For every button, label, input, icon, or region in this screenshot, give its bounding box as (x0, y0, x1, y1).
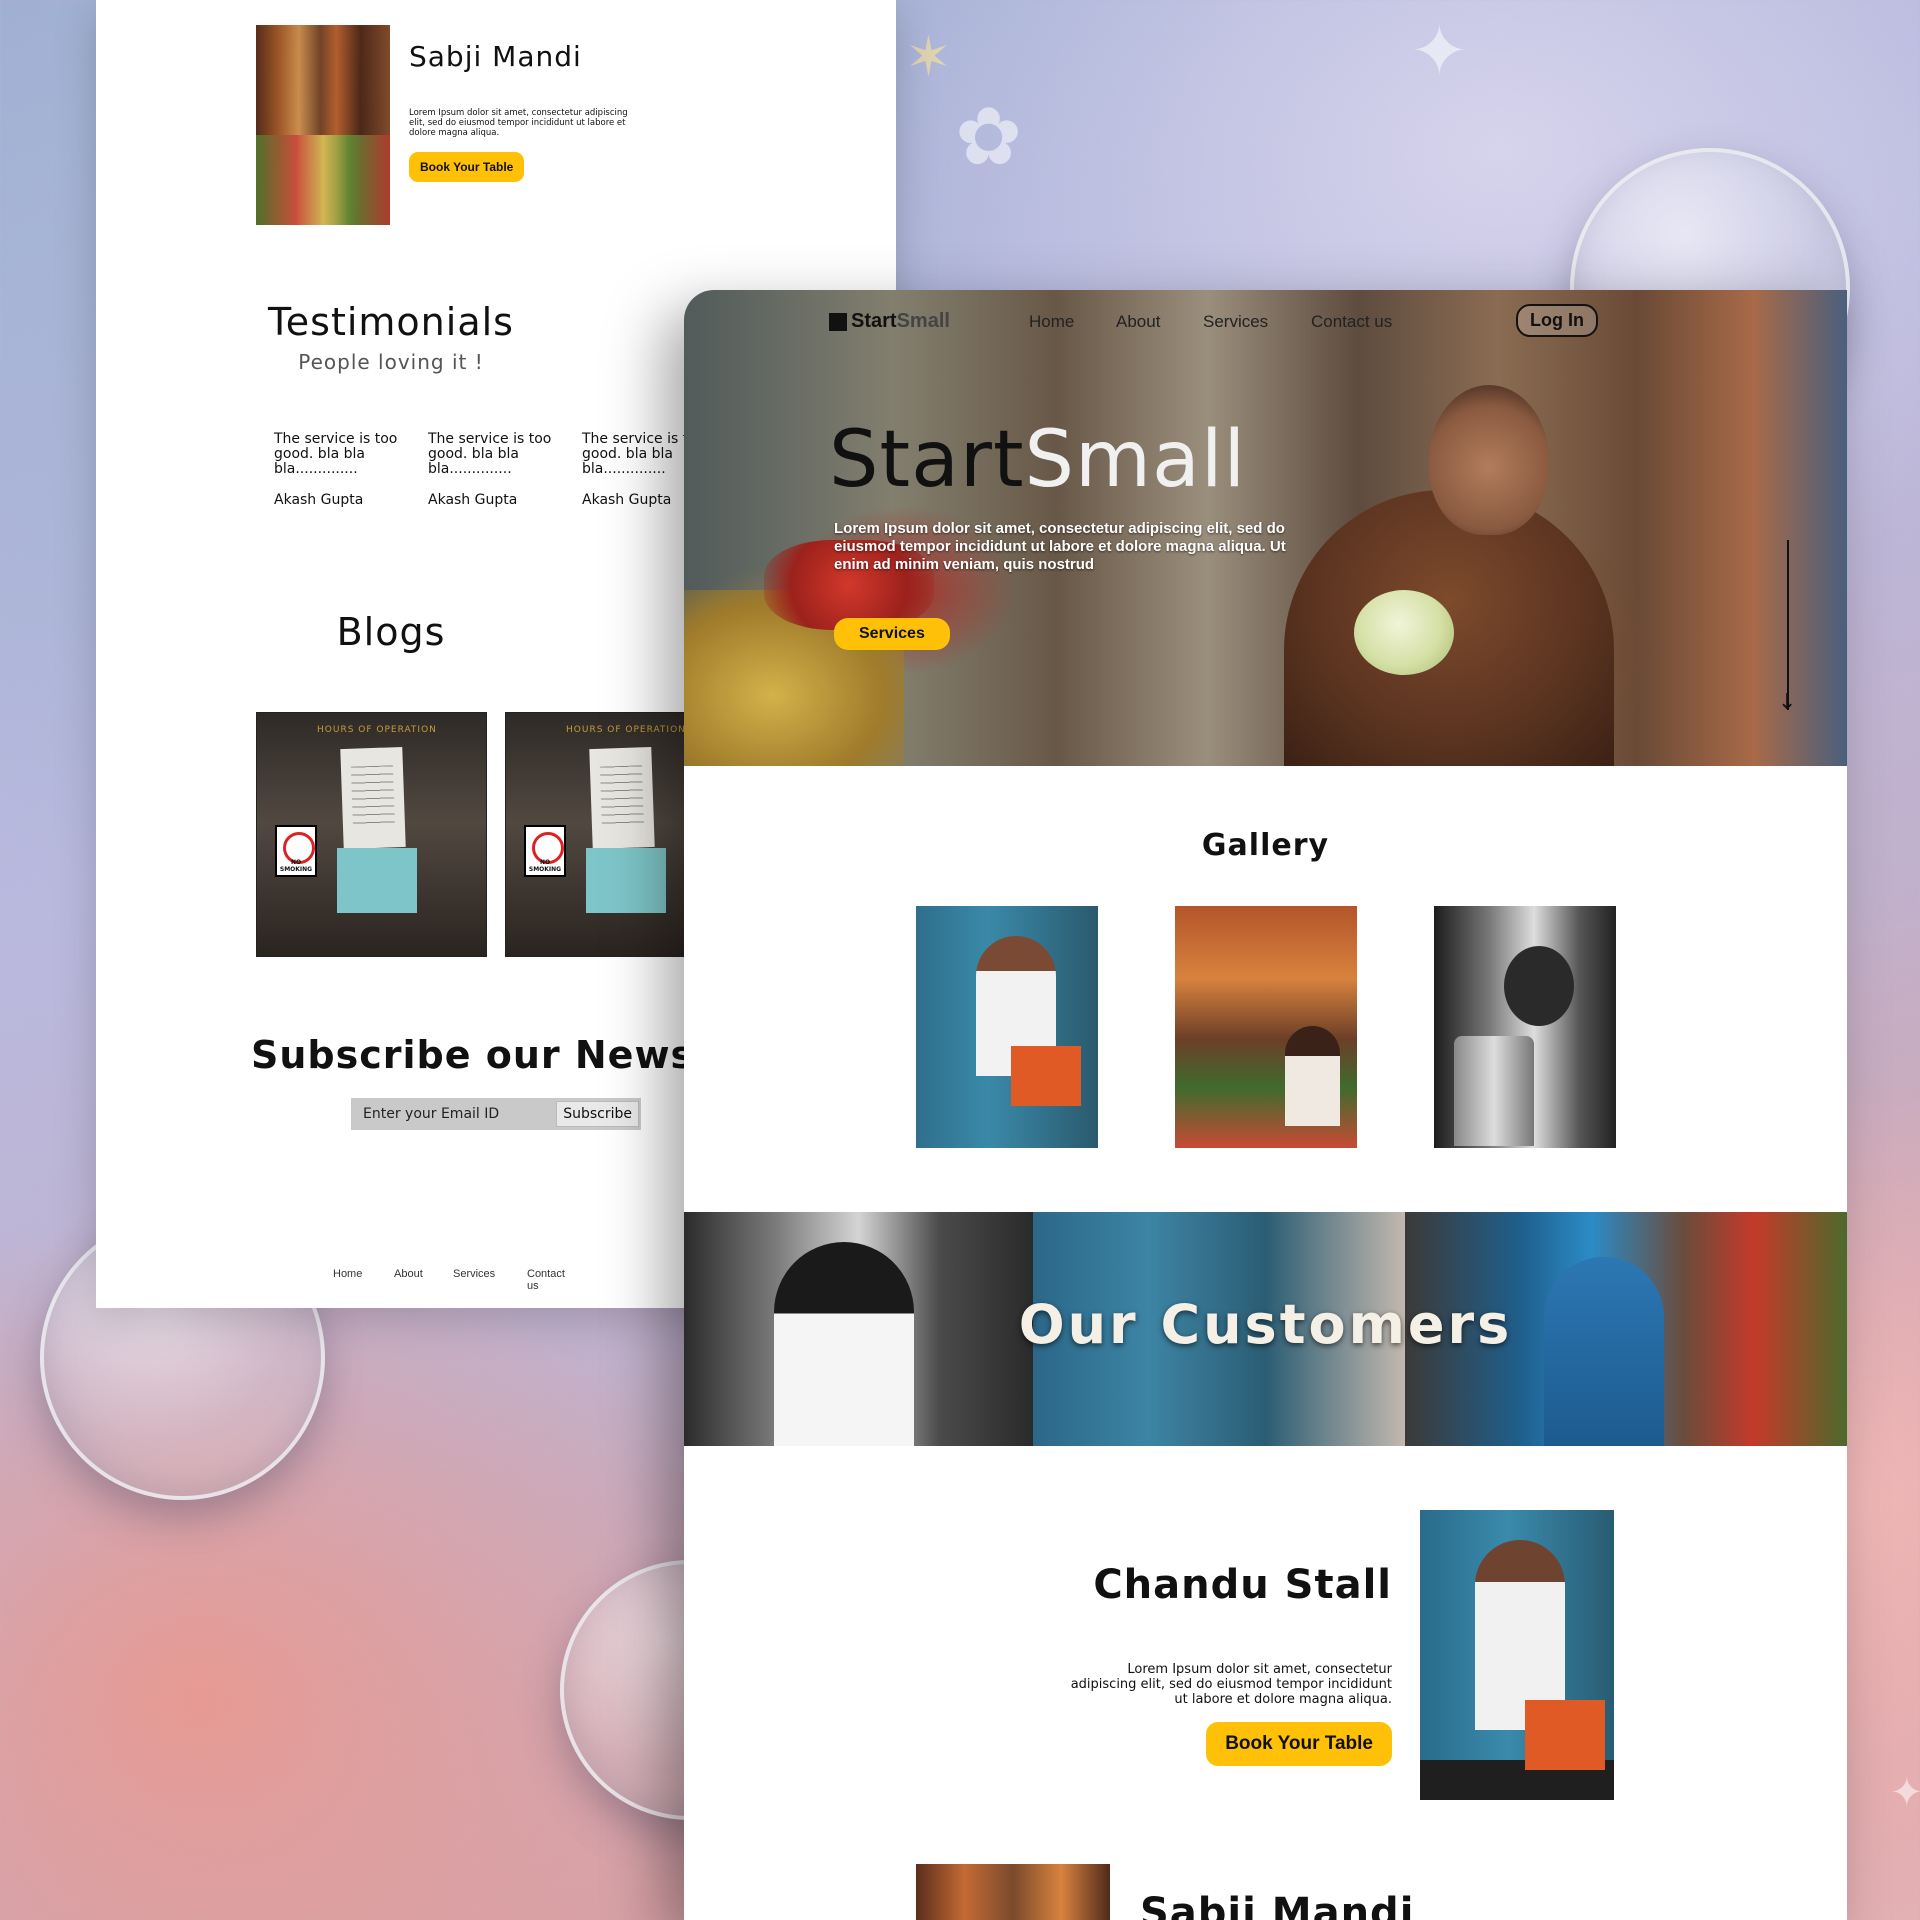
nav-link-services[interactable]: Services (1203, 312, 1268, 332)
hero-title-small: Small (1024, 415, 1247, 505)
logo-mark-icon (829, 312, 847, 331)
stall-description: Lorem Ipsum dolor sit amet, consectetur … (1070, 1662, 1392, 1707)
testimonial-quote: The service is too good. bla bla bla....… (428, 431, 552, 477)
blog-sign-text: HOURS OF OPERATION (317, 725, 437, 735)
gallery-image[interactable] (916, 906, 1098, 1148)
closed-note (586, 848, 666, 913)
sabji-mandi-photo (256, 25, 390, 225)
stall-photo (1420, 1510, 1614, 1800)
closed-note (337, 848, 417, 913)
testimonial-card: The service is too good. bla bla bla....… (428, 432, 558, 508)
gallery-image[interactable] (1434, 906, 1616, 1148)
logo-small-text: Small (896, 310, 950, 332)
blog-sign-text: HOURS OF OPERATION (566, 725, 686, 735)
stall-title: Chandu Stall (1093, 1562, 1392, 1608)
hero-title-start: Start (829, 415, 1025, 505)
featured-title: Sabji Mandi (409, 40, 582, 73)
logo-start-text: Start (851, 310, 897, 332)
hero-title: StartSmall (829, 415, 1246, 505)
footer-link-contact[interactable]: Contact us (527, 1268, 565, 1292)
star-doodle-icon: ✶ (905, 25, 952, 90)
nav-link-about[interactable]: About (1116, 312, 1160, 332)
subscribe-button[interactable]: Subscribe (556, 1101, 639, 1127)
no-smoking-icon (524, 825, 566, 877)
flower-doodle-icon: ✿ (955, 90, 1023, 183)
notice-paper (589, 746, 655, 850)
footer-link-about[interactable]: About (394, 1268, 423, 1280)
book-table-button[interactable]: Book Your Table (1206, 1722, 1392, 1766)
star-doodle-icon: ✦ (1410, 10, 1469, 92)
customers-title: Our Customers (1018, 1293, 1513, 1356)
stall-table (1420, 1760, 1614, 1800)
testimonial-card: The service is too good. bla bla bla....… (274, 432, 404, 508)
footer-link-home[interactable]: Home (333, 1268, 362, 1280)
front-page-mockup: Start Small Home About Services Contact u… (684, 290, 1847, 1920)
blog-card-image[interactable]: HOURS OF OPERATION (256, 712, 487, 957)
newsletter-form: Enter your Email ID Subscribe (351, 1098, 641, 1130)
notice-paper (340, 746, 406, 850)
nav-link-contact[interactable]: Contact us (1311, 312, 1392, 332)
gallery-title: Gallery (1201, 828, 1330, 863)
scroll-indicator[interactable] (1787, 540, 1789, 710)
services-button[interactable]: Services (834, 618, 950, 650)
star-doodle-icon: ✦ (1890, 1770, 1920, 1816)
hero-vendor-head (1429, 385, 1549, 535)
gallery-image[interactable] (1175, 906, 1357, 1148)
nav-link-home[interactable]: Home (1029, 312, 1074, 332)
footer-link-services[interactable]: Services (453, 1268, 495, 1280)
login-button[interactable]: Log In (1516, 304, 1598, 337)
site-logo[interactable]: Start Small (829, 310, 950, 333)
email-field[interactable]: Enter your Email ID (351, 1106, 556, 1122)
testimonial-author: Akash Gupta (428, 492, 518, 508)
no-smoking-icon (275, 825, 317, 877)
sabji-mandi-photo (916, 1864, 1110, 1920)
hero-description: Lorem Ipsum dolor sit amet, consectetur … (834, 520, 1286, 573)
featured-description: Lorem Ipsum dolor sit amet, consectetur … (409, 108, 628, 138)
next-stall-title: Sabji Mandi (1140, 1890, 1415, 1920)
arrow-down-icon[interactable]: ↓ (1778, 690, 1796, 715)
testimonial-quote: The service is too good. bla bla bla....… (274, 431, 398, 477)
testimonial-author: Akash Gupta (274, 492, 364, 508)
hero-banner: Start Small Home About Services Contact u… (684, 290, 1847, 766)
book-table-button[interactable]: Book Your Table (409, 152, 525, 182)
hero-cabbage (1354, 590, 1454, 675)
